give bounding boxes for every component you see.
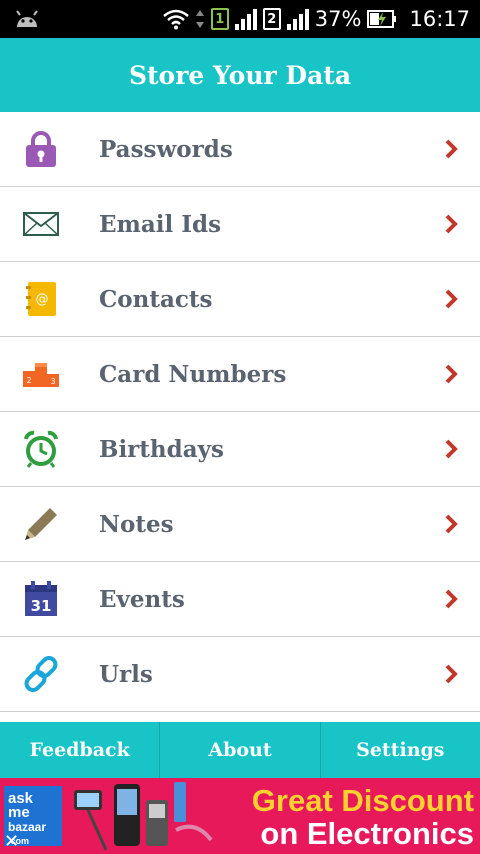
svg-text:@: @ xyxy=(36,292,49,307)
chevron-right-icon xyxy=(445,289,458,309)
calendar-icon: 31 xyxy=(25,581,57,616)
signal2-icon xyxy=(286,8,309,30)
clock: 16:17 xyxy=(409,7,470,31)
menu-item-label: Notes xyxy=(99,510,174,538)
menu-item-label: Birthdays xyxy=(99,435,224,463)
lock-icon xyxy=(26,131,56,167)
wifi-icon xyxy=(162,9,189,30)
menu-list: Passwords Email Ids @ Contacts 2 3 Card … xyxy=(0,112,480,712)
sim1-badge: 1 xyxy=(210,8,229,30)
menu-item-urls[interactable]: Urls xyxy=(0,637,480,712)
ad-headline: Great Discount on Electronics xyxy=(252,784,474,850)
menu-item-notes[interactable]: Notes xyxy=(0,487,480,562)
menu-item-label: Contacts xyxy=(99,285,213,313)
address-book-icon: @ xyxy=(26,282,56,316)
chevron-right-icon xyxy=(445,439,458,459)
status-bar: 1 2 37% 16:17 xyxy=(0,0,480,38)
menu-item-email-ids[interactable]: Email Ids xyxy=(0,187,480,262)
menu-item-contacts[interactable]: @ Contacts xyxy=(0,262,480,337)
chevron-right-icon xyxy=(445,214,458,234)
svg-text:2: 2 xyxy=(26,376,31,385)
chevron-right-icon xyxy=(445,664,458,684)
ad-headline-line2: on Electronics xyxy=(260,816,474,851)
alarm-clock-icon xyxy=(24,430,58,468)
menu-item-birthdays[interactable]: Birthdays xyxy=(0,412,480,487)
android-icon xyxy=(16,10,38,27)
svg-text:31: 31 xyxy=(31,597,52,615)
feedback-button[interactable]: Feedback xyxy=(0,722,159,778)
data-arrows-icon xyxy=(195,10,204,28)
ad-products-image xyxy=(74,782,213,851)
svg-text:3: 3 xyxy=(50,377,55,386)
menu-item-passwords[interactable]: Passwords xyxy=(0,112,480,187)
menu-item-label: Events xyxy=(99,585,185,613)
bottom-nav: Feedback About Settings xyxy=(0,722,480,778)
chevron-right-icon xyxy=(445,514,458,534)
ad-headline-line1: Great Discount xyxy=(251,783,474,818)
menu-item-label: Card Numbers xyxy=(99,360,287,388)
menu-item-label: Passwords xyxy=(99,135,233,163)
link-icon xyxy=(24,656,58,692)
menu-item-card-numbers[interactable]: 2 3 Card Numbers xyxy=(0,337,480,412)
battery-charging-icon xyxy=(367,10,397,28)
signal1-icon xyxy=(234,8,257,30)
menu-item-label: Email Ids xyxy=(99,210,222,238)
ad-banner[interactable]: ask me bazaar .com ✕ Great Discount on E… xyxy=(0,778,480,854)
page-title: Store Your Data xyxy=(128,60,352,90)
envelope-icon xyxy=(23,212,59,236)
chevron-right-icon xyxy=(445,364,458,384)
menu-item-events[interactable]: 31 Events xyxy=(0,562,480,637)
battery-percent: 37% xyxy=(314,7,362,31)
chevron-right-icon xyxy=(445,139,458,159)
settings-button[interactable]: Settings xyxy=(319,722,480,778)
ad-close-button[interactable]: ✕ xyxy=(4,831,19,852)
about-button[interactable]: About xyxy=(159,722,319,778)
pencil-icon xyxy=(25,508,57,540)
ad-logo-text: me xyxy=(8,804,30,821)
menu-item-label: Urls xyxy=(99,660,153,688)
app-header: Store Your Data xyxy=(0,38,480,112)
sim2-badge: 2 xyxy=(262,8,281,30)
chevron-right-icon xyxy=(445,589,458,609)
podium-icon: 2 3 xyxy=(23,363,59,387)
